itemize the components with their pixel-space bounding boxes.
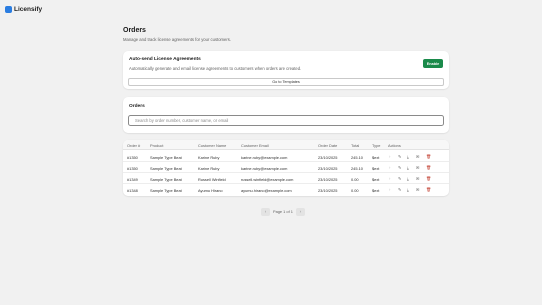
go-to-templates-button[interactable]: Go to Templates [128, 78, 444, 86]
app-name: Licensify [14, 5, 43, 13]
product: Sample Type Beat [150, 176, 182, 182]
header-customer-email: Customer Email [241, 143, 269, 148]
table-row: #1350 Sample Type Beat Karine Ruby karin… [123, 162, 449, 173]
order-date: 23/10/2025 [318, 176, 338, 182]
trash-icon[interactable]: 🗑 [426, 176, 431, 181]
customer-email: karine.ruby@example.com [241, 154, 288, 160]
trash-icon[interactable]: 🗑 [426, 154, 431, 159]
download-icon[interactable]: ⤓ [407, 176, 409, 181]
previous-page-button[interactable]: ‹ [261, 207, 270, 216]
total: 0.00 [351, 187, 359, 193]
type: $ext [372, 187, 380, 193]
customer-name: Russell Winfield [198, 176, 226, 182]
download-icon[interactable]: ⤓ [407, 165, 409, 170]
eye-icon[interactable]: › [389, 187, 390, 192]
header-customer-name: Customer Name [198, 143, 227, 148]
search-input[interactable]: Search by order number, customer name, o… [128, 115, 444, 126]
auto-send-description: Automatically generate and email license… [129, 66, 302, 71]
total: 0.00 [351, 176, 359, 182]
header-type: Type [372, 143, 381, 148]
customer-name: Karine Ruby [198, 165, 220, 171]
header-order: Order # [127, 143, 141, 148]
header-total: Total [351, 143, 360, 148]
product: Sample Type Beat [150, 187, 182, 193]
order-number: #1350 [127, 154, 138, 160]
mail-icon[interactable]: ✉ [416, 176, 420, 181]
pencil-icon[interactable]: ✎ [398, 176, 402, 181]
pencil-icon[interactable]: ✎ [398, 165, 402, 170]
customer-name: Karine Ruby [198, 154, 220, 160]
mail-icon[interactable]: ✉ [416, 187, 420, 192]
header-actions: Actions [388, 143, 401, 148]
table-row: #1350 Sample Type Beat Karine Ruby karin… [123, 151, 449, 162]
licensify-logo-icon [5, 5, 12, 13]
top-bar: Licensify [0, 0, 542, 18]
table-header-row: Order # Product Customer Name Customer E… [123, 140, 449, 150]
trash-icon[interactable]: 🗑 [426, 165, 431, 170]
pencil-icon[interactable]: ✎ [398, 154, 402, 159]
download-icon[interactable]: ⤓ [407, 154, 409, 159]
mail-icon[interactable]: ✉ [416, 165, 420, 170]
order-number: #1350 [127, 165, 138, 171]
type: $ext [372, 165, 380, 171]
order-number: #1348 [127, 187, 138, 193]
customer-name: Ayumu Hirano [198, 187, 223, 193]
orders-search-card: Orders Search by order number, customer … [123, 97, 449, 133]
mail-icon[interactable]: ✉ [416, 154, 420, 159]
orders-table: Order # Product Customer Name Customer E… [123, 140, 449, 196]
next-page-button[interactable]: › [295, 207, 305, 216]
order-date: 23/10/2025 [318, 165, 338, 171]
order-number: #1349 [127, 176, 138, 182]
header-order-date: Order Date [318, 143, 338, 148]
orders-section-title: Orders [129, 104, 145, 109]
product: Sample Type Beat [150, 165, 182, 171]
total: 245.10 [351, 165, 363, 171]
order-date: 23/10/2025 [318, 154, 338, 160]
customer-email: karine.ruby@example.com [241, 165, 288, 171]
customer-email: russell.winfield@example.com [241, 176, 294, 182]
eye-icon[interactable]: › [389, 154, 390, 159]
enable-button[interactable]: Enable [423, 59, 443, 68]
order-date: 23/10/2025 [318, 187, 338, 193]
eye-icon[interactable]: › [389, 165, 390, 170]
pencil-icon[interactable]: ✎ [398, 187, 402, 192]
product: Sample Type Beat [150, 154, 182, 160]
auto-send-card: Auto-send License Agreements Automatical… [123, 51, 449, 89]
page-subtitle: Manage and track license agreements for … [123, 37, 231, 42]
type: $ext [372, 154, 380, 160]
type: $ext [372, 176, 380, 182]
pagination: ‹ Page 1 of 1 › [261, 207, 311, 216]
eye-icon[interactable]: › [389, 176, 390, 181]
total: 245.10 [351, 154, 363, 160]
customer-email: ayumu.hirano@example.com [241, 187, 292, 193]
download-icon[interactable]: ⤓ [407, 187, 409, 192]
table-row: #1348 Sample Type Beat Ayumu Hirano ayum… [123, 184, 449, 195]
trash-icon[interactable]: 🗑 [426, 187, 431, 192]
page-indicator: Page 1 of 1 [273, 209, 293, 214]
table-row: #1349 Sample Type Beat Russell Winfield … [123, 173, 449, 184]
auto-send-title: Auto-send License Agreements [129, 57, 201, 62]
page-title: Orders [123, 27, 146, 34]
header-product: Product [150, 143, 164, 148]
